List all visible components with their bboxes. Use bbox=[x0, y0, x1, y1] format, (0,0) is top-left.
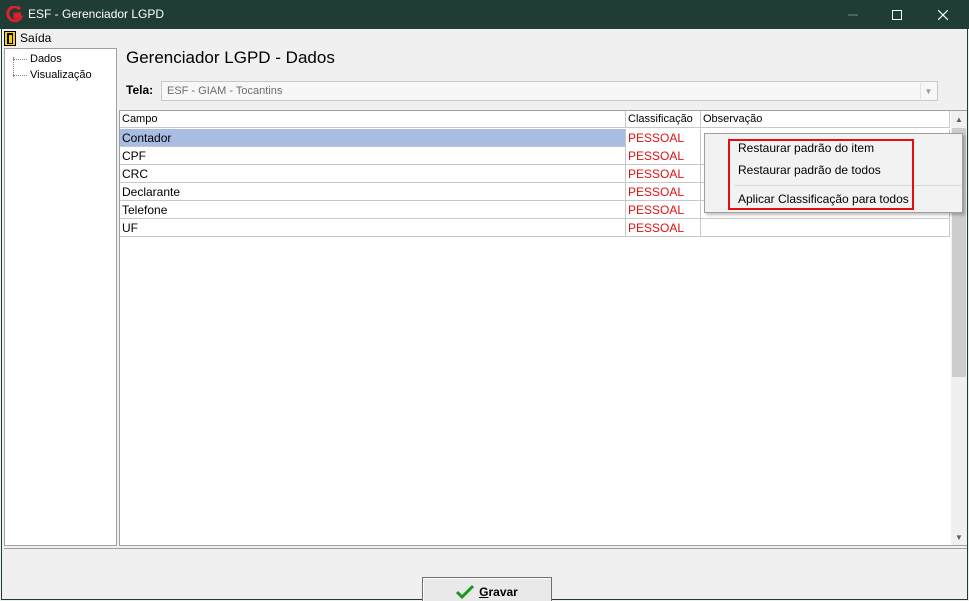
chevron-down-icon[interactable]: ▼ bbox=[920, 83, 936, 99]
exit-door-icon bbox=[4, 30, 16, 46]
tela-select-value: ESF - GIAM - Tocantins bbox=[167, 85, 283, 97]
minimize-button[interactable] bbox=[830, 0, 876, 29]
cell-classificacao[interactable]: PESSOAL bbox=[626, 183, 701, 201]
cell-campo[interactable]: Declarante bbox=[120, 183, 626, 201]
close-icon bbox=[938, 9, 948, 20]
cell-classificacao[interactable]: PESSOAL bbox=[626, 219, 701, 237]
footer-bar: Gravar bbox=[4, 548, 967, 601]
menu-exit-label: Saída bbox=[20, 31, 52, 45]
tree-item-visualizacao[interactable]: Visualização bbox=[13, 68, 92, 82]
scroll-up-icon[interactable]: ▲ bbox=[951, 111, 967, 127]
maximize-button[interactable] bbox=[874, 0, 920, 29]
cell-campo[interactable]: UF bbox=[120, 219, 626, 237]
window-title: ESF - Gerenciador LGPD bbox=[28, 7, 165, 21]
tela-label: Tela: bbox=[126, 83, 154, 97]
cell-campo[interactable]: CPF bbox=[120, 147, 626, 165]
tela-select[interactable]: ESF - GIAM - Tocantins ▼ bbox=[161, 81, 938, 101]
page-title: Gerenciador LGPD - Dados bbox=[126, 48, 335, 67]
checkmark-icon bbox=[456, 584, 475, 600]
cell-classificacao[interactable]: PESSOAL bbox=[626, 129, 701, 147]
column-header-observacao[interactable]: Observação bbox=[701, 111, 950, 128]
title-bar: ESF - Gerenciador LGPD bbox=[0, 0, 969, 29]
scroll-down-icon[interactable]: ▼ bbox=[951, 529, 967, 545]
cell-classificacao[interactable]: PESSOAL bbox=[626, 165, 701, 183]
save-label: ravar bbox=[488, 585, 518, 599]
highlight-annotation bbox=[728, 139, 914, 210]
tree-branch bbox=[13, 74, 27, 76]
tree-item-label: Visualização bbox=[30, 69, 92, 81]
tree-item-label: Dados bbox=[30, 53, 62, 65]
tree-branch bbox=[13, 58, 27, 60]
maximize-icon bbox=[892, 9, 902, 20]
cell-campo[interactable]: Telefone bbox=[120, 201, 626, 219]
save-accelerator: G bbox=[479, 585, 489, 599]
close-button[interactable] bbox=[920, 0, 966, 29]
cell-classificacao[interactable]: PESSOAL bbox=[626, 201, 701, 219]
save-button[interactable]: Gravar bbox=[422, 577, 552, 601]
main-window: Saída Dados Visualização Gerenciador LGP… bbox=[1, 29, 968, 601]
table-row[interactable]: UF PESSOAL bbox=[120, 219, 950, 237]
menu-bar: Saída bbox=[2, 29, 967, 47]
column-header-campo[interactable]: Campo bbox=[120, 111, 626, 128]
tree-item-dados[interactable]: Dados bbox=[13, 52, 62, 66]
navigation-tree: Dados Visualização bbox=[4, 48, 117, 546]
menu-exit[interactable]: Saída bbox=[4, 30, 51, 46]
minimize-icon bbox=[848, 14, 858, 15]
column-header-classificacao[interactable]: Classificação bbox=[626, 111, 701, 128]
cell-observacao[interactable] bbox=[701, 219, 950, 237]
cell-campo[interactable]: CRC bbox=[120, 165, 626, 183]
cell-campo[interactable]: Contador bbox=[120, 129, 626, 147]
cell-classificacao[interactable]: PESSOAL bbox=[626, 147, 701, 165]
grid-header: Campo Classificação Observação bbox=[120, 111, 950, 128]
app-logo-icon bbox=[6, 6, 23, 23]
